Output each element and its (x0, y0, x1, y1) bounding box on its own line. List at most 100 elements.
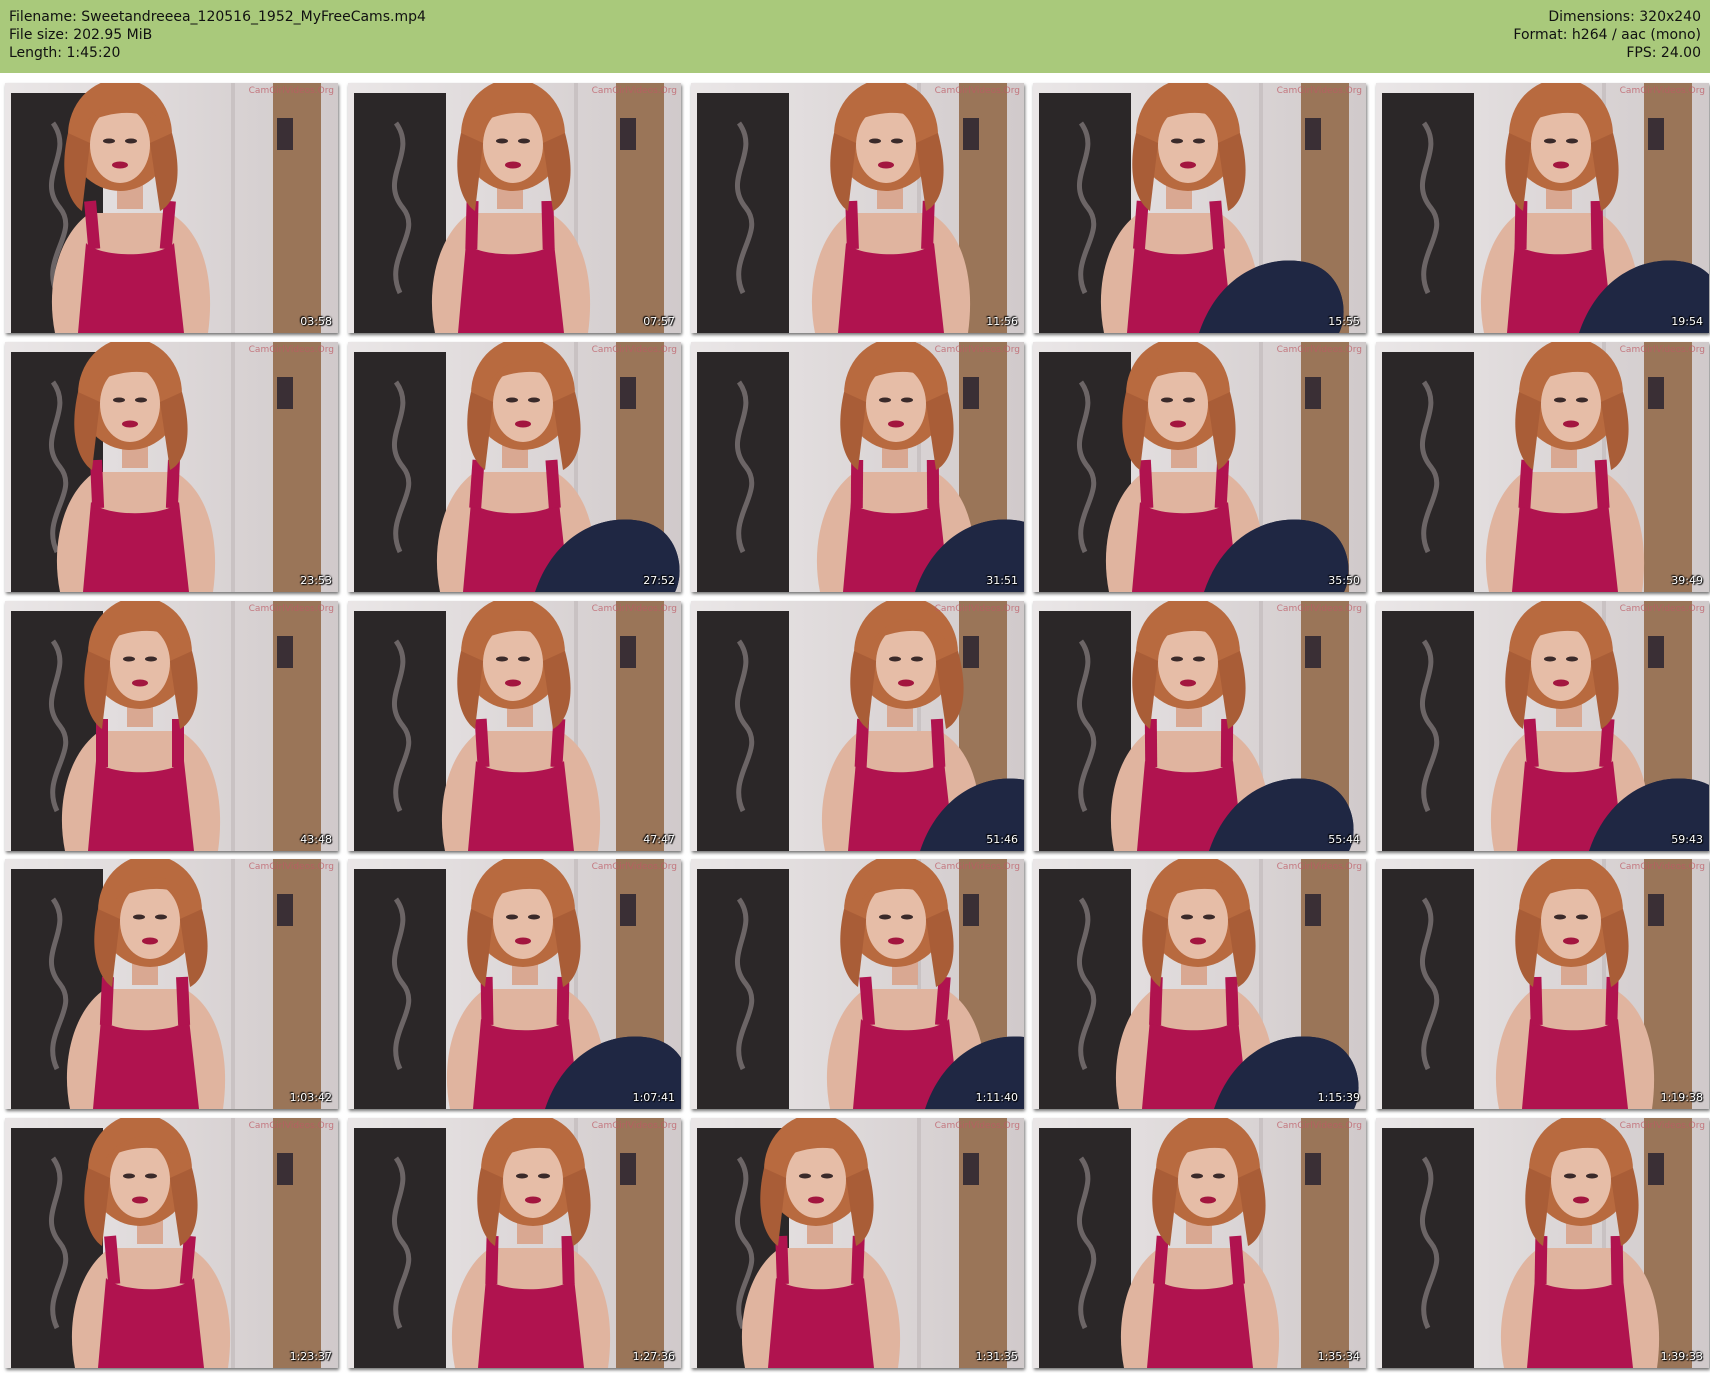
thumbnail-timestamp: 39:49 (1671, 574, 1703, 587)
thumbnail-timestamp: 19:54 (1671, 315, 1703, 328)
thumbnail-timestamp: 1:03:42 (289, 1091, 332, 1104)
video-frame-thumbnail: CamGirlVideos.Org 51:46 (691, 601, 1024, 851)
video-frame-thumbnail: CamGirlVideos.Org 43:48 (5, 601, 338, 851)
format-label: Format: h264 / aac (mono) (1513, 27, 1701, 43)
stream-info: Dimensions: 320x240 Format: h264 / aac (… (1513, 8, 1701, 62)
watermark-text: CamGirlVideos.Org (1619, 86, 1705, 96)
length-label: Length: 1:45:20 (9, 45, 121, 61)
watermark-text: CamGirlVideos.Org (1276, 345, 1362, 355)
watermark-text: CamGirlVideos.Org (934, 1121, 1020, 1131)
thumbnail-timestamp: 59:43 (1671, 833, 1703, 846)
watermark-text: CamGirlVideos.Org (1619, 1121, 1705, 1131)
thumbnail-timestamp: 03:58 (300, 315, 332, 328)
video-frame-thumbnail: CamGirlVideos.Org 35:50 (1033, 342, 1366, 592)
watermark-text: CamGirlVideos.Org (1276, 604, 1362, 614)
watermark-text: CamGirlVideos.Org (1619, 862, 1705, 872)
frame-image (348, 83, 681, 333)
thumbnail-timestamp: 1:19:38 (1660, 1091, 1703, 1104)
video-frame-thumbnail: CamGirlVideos.Org 39:49 (1376, 342, 1709, 592)
frame-image (1376, 601, 1709, 851)
frame-image (691, 601, 1024, 851)
frame-image (691, 859, 1024, 1109)
video-frame-thumbnail: CamGirlVideos.Org 1:07:41 (348, 859, 681, 1109)
video-frame-thumbnail: CamGirlVideos.Org 1:23:37 (5, 1118, 338, 1368)
watermark-text: CamGirlVideos.Org (591, 86, 677, 96)
video-frame-thumbnail: CamGirlVideos.Org 1:15:39 (1033, 859, 1366, 1109)
frame-image (1033, 601, 1366, 851)
filename-label: Filename: Sweetandreeea_120516_1952_MyFr… (9, 9, 426, 25)
video-frame-thumbnail: CamGirlVideos.Org 03:58 (5, 83, 338, 333)
watermark-text: CamGirlVideos.Org (591, 345, 677, 355)
video-frame-thumbnail: CamGirlVideos.Org 1:03:42 (5, 859, 338, 1109)
thumbnail-timestamp: 51:46 (986, 833, 1018, 846)
thumbnail-timestamp: 27:52 (643, 574, 675, 587)
frame-image (1376, 859, 1709, 1109)
watermark-text: CamGirlVideos.Org (934, 345, 1020, 355)
thumbnail-timestamp: 31:51 (986, 574, 1018, 587)
video-frame-thumbnail: CamGirlVideos.Org 27:52 (348, 342, 681, 592)
frame-image (691, 1118, 1024, 1368)
frame-image (348, 601, 681, 851)
thumbnail-timestamp: 23:53 (300, 574, 332, 587)
file-info: Filename: Sweetandreeea_120516_1952_MyFr… (9, 8, 426, 62)
info-header: Filename: Sweetandreeea_120516_1952_MyFr… (0, 0, 1710, 73)
thumbnail-timestamp: 1:23:37 (289, 1350, 332, 1363)
frame-image (5, 83, 338, 333)
thumbnail-timestamp: 15:55 (1328, 315, 1360, 328)
frame-image (1033, 859, 1366, 1109)
video-frame-thumbnail: CamGirlVideos.Org 1:11:40 (691, 859, 1024, 1109)
thumbnail-timestamp: 43:48 (300, 833, 332, 846)
video-frame-thumbnail: CamGirlVideos.Org 07:57 (348, 83, 681, 333)
watermark-text: CamGirlVideos.Org (1619, 345, 1705, 355)
frame-image (1033, 83, 1366, 333)
thumbnail-timestamp: 1:27:36 (632, 1350, 675, 1363)
frame-image (5, 601, 338, 851)
video-frame-thumbnail: CamGirlVideos.Org 1:27:36 (348, 1118, 681, 1368)
watermark-text: CamGirlVideos.Org (591, 604, 677, 614)
watermark-text: CamGirlVideos.Org (248, 86, 334, 96)
thumbnail-timestamp: 11:56 (986, 315, 1018, 328)
video-frame-thumbnail: CamGirlVideos.Org 23:53 (5, 342, 338, 592)
video-frame-thumbnail: CamGirlVideos.Org 1:31:35 (691, 1118, 1024, 1368)
thumbnail-timestamp: 1:39:33 (1660, 1350, 1703, 1363)
video-frame-thumbnail: CamGirlVideos.Org 59:43 (1376, 601, 1709, 851)
frame-image (348, 1118, 681, 1368)
frame-image (348, 342, 681, 592)
watermark-text: CamGirlVideos.Org (1276, 86, 1362, 96)
frame-image (1033, 1118, 1366, 1368)
watermark-text: CamGirlVideos.Org (591, 862, 677, 872)
thumbnail-timestamp: 1:07:41 (632, 1091, 675, 1104)
thumbnail-timestamp: 1:35:34 (1317, 1350, 1360, 1363)
video-frame-thumbnail: CamGirlVideos.Org 31:51 (691, 342, 1024, 592)
watermark-text: CamGirlVideos.Org (1276, 1121, 1362, 1131)
fps-label: FPS: 24.00 (1626, 45, 1701, 61)
video-frame-thumbnail: CamGirlVideos.Org 55:44 (1033, 601, 1366, 851)
watermark-text: CamGirlVideos.Org (591, 1121, 677, 1131)
watermark-text: CamGirlVideos.Org (1276, 862, 1362, 872)
thumbnail-grid: CamGirlVideos.Org 03:58 CamGirlVideos.Or… (5, 83, 1709, 1368)
frame-image (1033, 342, 1366, 592)
watermark-text: CamGirlVideos.Org (1619, 604, 1705, 614)
frame-image (1376, 1118, 1709, 1368)
thumbnail-timestamp: 35:50 (1328, 574, 1360, 587)
frame-image (1376, 342, 1709, 592)
thumbnail-timestamp: 1:15:39 (1317, 1091, 1360, 1104)
watermark-text: CamGirlVideos.Org (934, 862, 1020, 872)
thumbnail-timestamp: 55:44 (1328, 833, 1360, 846)
frame-image (348, 859, 681, 1109)
video-frame-thumbnail: CamGirlVideos.Org 11:56 (691, 83, 1024, 333)
thumbnail-timestamp: 47:47 (643, 833, 675, 846)
video-frame-thumbnail: CamGirlVideos.Org 1:39:33 (1376, 1118, 1709, 1368)
frame-image (5, 1118, 338, 1368)
watermark-text: CamGirlVideos.Org (248, 1121, 334, 1131)
dimensions-label: Dimensions: 320x240 (1548, 9, 1701, 25)
watermark-text: CamGirlVideos.Org (934, 86, 1020, 96)
watermark-text: CamGirlVideos.Org (248, 345, 334, 355)
video-frame-thumbnail: CamGirlVideos.Org 19:54 (1376, 83, 1709, 333)
watermark-text: CamGirlVideos.Org (934, 604, 1020, 614)
thumbnail-timestamp: 1:11:40 (975, 1091, 1018, 1104)
watermark-text: CamGirlVideos.Org (248, 604, 334, 614)
filesize-label: File size: 202.95 MiB (9, 27, 153, 43)
video-frame-thumbnail: CamGirlVideos.Org 47:47 (348, 601, 681, 851)
thumbnail-timestamp: 1:31:35 (975, 1350, 1018, 1363)
